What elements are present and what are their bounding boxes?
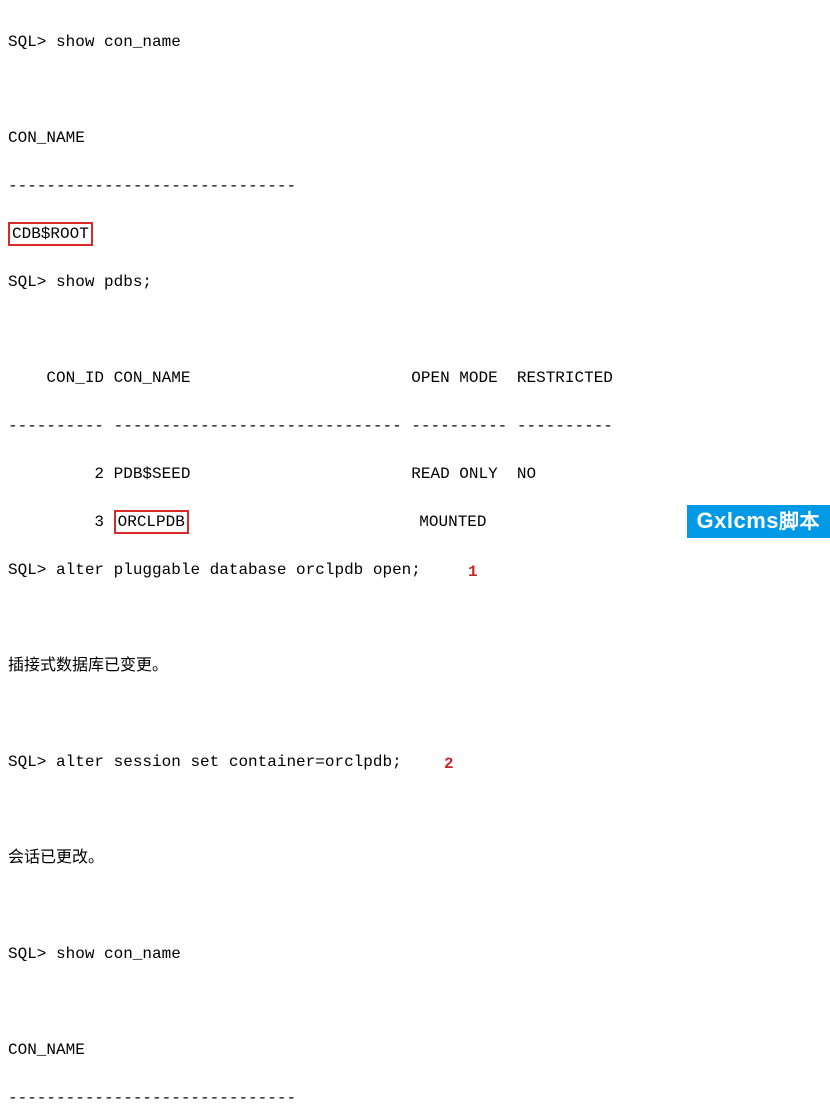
watermark-cn: 脚本: [779, 511, 820, 533]
sql-prompt: SQL>: [8, 33, 46, 51]
sql-terminal: SQL> show con_name CON_NAME ------------…: [0, 0, 830, 1104]
pdbs-row-2-name: ORCLPDB: [118, 513, 185, 531]
cmd-show-pdbs: show pdbs;: [56, 273, 152, 291]
watermark-brand: Gxlcms: [697, 508, 780, 533]
sql-prompt: SQL>: [8, 753, 46, 771]
cmd-show-con-name-2: show con_name: [56, 945, 181, 963]
value-cdbroot: CDB$ROOT: [12, 225, 89, 243]
dashes-2: ------------------------------: [8, 1089, 296, 1104]
watermark-badge: Gxlcms脚本: [687, 505, 830, 538]
heading-con-name-2: CON_NAME: [8, 1041, 85, 1059]
msg-pluggable-changed: 插接式数据库已变更。: [8, 657, 168, 674]
annotation-2: 2: [444, 752, 454, 776]
cmd-alter-session: alter session set container=orclpdb;: [56, 753, 402, 771]
sql-prompt: SQL>: [8, 273, 46, 291]
annotation-1: 1: [468, 560, 478, 584]
pdbs-dashes: ---------- -----------------------------…: [8, 417, 613, 435]
highlight-cdbroot: CDB$ROOT: [8, 222, 93, 246]
sql-prompt: SQL>: [8, 945, 46, 963]
heading-con-name: CON_NAME: [8, 129, 85, 147]
highlight-orclpdb-row: ORCLPDB: [114, 510, 189, 534]
pdbs-header: CON_ID CON_NAME OPEN MODE RESTRICTED: [8, 369, 613, 387]
dashes: ------------------------------: [8, 177, 296, 195]
cmd-show-con-name: show con_name: [56, 33, 181, 51]
pdbs-row-2-id: 3: [8, 513, 104, 531]
msg-session-changed: 会话已更改。: [8, 849, 104, 866]
cmd-alter-pluggable: alter pluggable database orclpdb open;: [56, 561, 421, 579]
pdbs-row-2-mode: MOUNTED: [189, 513, 487, 531]
sql-prompt: SQL>: [8, 561, 46, 579]
pdbs-row-1: 2 PDB$SEED READ ONLY NO: [8, 465, 536, 483]
